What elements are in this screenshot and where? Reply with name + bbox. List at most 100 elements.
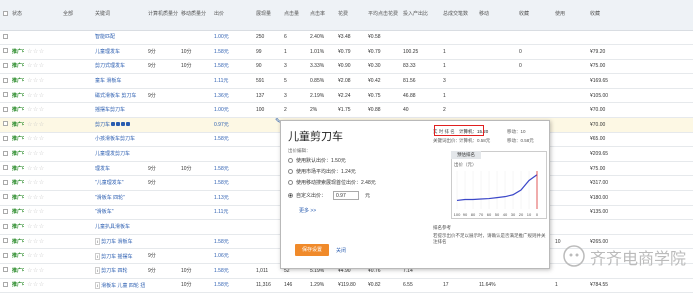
row-checkbox[interactable] bbox=[3, 223, 8, 229]
header-cell[interactable]: 花费 bbox=[335, 0, 365, 31]
cell-bid[interactable]: 1.11元 bbox=[211, 205, 253, 221]
row-checkbox[interactable] bbox=[3, 150, 8, 156]
cell-kw[interactable]: I 剪刀车 滑板车 bbox=[92, 234, 145, 250]
header-cell[interactable]: 收藏 bbox=[516, 0, 552, 31]
radio-custom[interactable] bbox=[288, 193, 293, 198]
cell-kw[interactable]: 剪刀车 bbox=[92, 117, 145, 133]
row-checkbox[interactable] bbox=[3, 135, 8, 141]
row-checkbox[interactable] bbox=[3, 121, 8, 127]
cell-kw[interactable]: I 剪刀车 摇摆车 bbox=[92, 248, 145, 264]
header-cell[interactable] bbox=[0, 0, 9, 31]
table-row[interactable]: 智能匹配 1.00元 250 6 2.40% ¥3.48 ¥0.58 bbox=[0, 30, 693, 46]
header-cell[interactable]: 点击率 bbox=[307, 0, 335, 31]
row-checkbox[interactable] bbox=[3, 208, 8, 214]
header-cell[interactable]: 点击量 bbox=[281, 0, 307, 31]
header-cell[interactable]: 计算机质量分 bbox=[145, 0, 178, 31]
table-row[interactable]: 推广中☆☆☆摇摆车剪刀车1.00元10022%¥1.75¥0.88402¥70.… bbox=[0, 102, 693, 119]
header-cell[interactable]: 总成交笔数 bbox=[440, 0, 476, 31]
row-checkbox[interactable] bbox=[3, 252, 8, 258]
table-row[interactable]: 推广中☆☆☆ I滑板车 儿童 四轮 扭式 10分1.58元11,3161461.29… bbox=[0, 278, 693, 294]
option-default-bid[interactable]: 使用默认出价：1.50元 bbox=[288, 157, 346, 164]
row-checkbox[interactable] bbox=[3, 62, 8, 68]
header-cell[interactable] bbox=[24, 0, 60, 31]
table-row[interactable]: 推广中☆☆☆儿童理发车9分10分1.58元9911.01%¥0.79¥0.791… bbox=[0, 44, 693, 60]
row-checkbox[interactable] bbox=[3, 77, 8, 83]
table-row[interactable]: 推广中☆☆☆ 磁式滑板车 剪刀车9分 1.36元13732.19%¥2.24¥0.7… bbox=[0, 88, 693, 104]
cell-bid[interactable]: 1.11元 bbox=[211, 73, 253, 89]
radio-default[interactable] bbox=[288, 158, 293, 163]
cell-bid[interactable]: 1.58元 bbox=[211, 44, 253, 60]
row-checkbox[interactable] bbox=[3, 92, 8, 98]
delete-icon[interactable] bbox=[126, 121, 131, 126]
tab-estimate-rank[interactable]: 预估排名 bbox=[451, 151, 481, 159]
cell-kw[interactable]: 童车 滑板车 bbox=[92, 73, 145, 89]
header-cell[interactable] bbox=[661, 0, 693, 31]
header-cell[interactable]: 收藏 bbox=[587, 0, 621, 31]
cell-kw[interactable]: 摇摆车剪刀车 bbox=[92, 102, 145, 119]
save-button[interactable]: 保存设置 bbox=[295, 244, 329, 256]
cell-kw[interactable]: 磁式滑板车 剪刀车 bbox=[92, 88, 145, 104]
row-checkbox[interactable] bbox=[3, 194, 8, 200]
header-cell[interactable]: 关键词 bbox=[92, 0, 145, 31]
option-market-bid[interactable]: 使用市场平均出价：1.24元 bbox=[288, 168, 356, 175]
radio-market[interactable] bbox=[288, 169, 293, 174]
custom-bid-input[interactable]: 0.97 bbox=[333, 191, 360, 200]
header-cell[interactable]: 平均点击花费 bbox=[365, 0, 400, 31]
cell-kw[interactable]: 剪刀式理发车 bbox=[92, 59, 145, 75]
more-link[interactable]: 更多 >> bbox=[299, 207, 316, 214]
row-checkbox[interactable] bbox=[3, 48, 8, 54]
copy-icon[interactable] bbox=[116, 121, 121, 126]
cell-bid[interactable] bbox=[211, 219, 253, 235]
cell-bid[interactable]: 1.06元 bbox=[211, 248, 253, 264]
cell-bid[interactable]: 1.13元 bbox=[211, 190, 253, 206]
cell-kw[interactable]: "滑板车" bbox=[92, 205, 145, 221]
row-checkbox[interactable] bbox=[3, 165, 8, 171]
cell-bid[interactable]: 1.58元 bbox=[211, 175, 253, 192]
option-custom-bid[interactable]: 自定义出价： 0.97 元 bbox=[288, 191, 370, 200]
row-checkbox[interactable] bbox=[3, 281, 8, 287]
cell-kw[interactable]: 理发车 bbox=[92, 161, 145, 177]
row-checkbox[interactable] bbox=[3, 238, 8, 244]
header-cell[interactable]: 出价 bbox=[211, 0, 253, 31]
option-mobile-top-bid[interactable]: 使用移动搜索展现首位出价：2.48元 bbox=[288, 179, 376, 186]
table-row[interactable]: 推广中☆☆☆ 童车 滑板车 1.11元59150.85%¥2.08¥0.4281.5… bbox=[0, 73, 693, 89]
cell-bid[interactable]: 1.58元 bbox=[211, 59, 253, 75]
cell-bid[interactable]: 1.00元 bbox=[211, 30, 253, 46]
select-all-checkbox[interactable] bbox=[3, 10, 8, 16]
row-checkbox[interactable] bbox=[3, 106, 8, 112]
chart-icon[interactable] bbox=[121, 121, 126, 126]
row-checkbox[interactable] bbox=[3, 179, 8, 185]
cell-kw[interactable]: 儿童理发车 bbox=[92, 44, 145, 60]
cell-kw[interactable]: "滑板车 四轮" bbox=[92, 190, 145, 206]
cell-bid[interactable]: 1.58元 bbox=[211, 132, 253, 148]
cell-bid[interactable]: 1.58元 bbox=[211, 263, 253, 279]
cell-bid[interactable] bbox=[211, 146, 253, 162]
cell-kw[interactable]: I滑板车 儿童 四轮 扭式 bbox=[92, 278, 145, 294]
cell-bid[interactable]: 1.36元 bbox=[211, 88, 253, 104]
cell-kw[interactable]: I 剪刀车 四轮 bbox=[92, 263, 145, 279]
radio-mobile[interactable] bbox=[288, 180, 293, 185]
cell-bid[interactable]: 0.97元 bbox=[211, 117, 253, 133]
cell-kw[interactable]: 儿童理发剪刀车 bbox=[92, 146, 145, 162]
cell-kw[interactable]: 智能匹配 bbox=[92, 30, 145, 46]
cell-bid[interactable]: 1.00元 bbox=[211, 102, 253, 119]
header-cell[interactable] bbox=[621, 0, 661, 31]
header-cell[interactable]: 状态 bbox=[9, 0, 24, 31]
header-cell[interactable]: 全部 bbox=[60, 0, 92, 31]
header-cell[interactable]: 展现量 bbox=[253, 0, 281, 31]
cell-bid[interactable]: 1.58元 bbox=[211, 278, 253, 294]
cell-kw[interactable]: 小孩滑板车剪刀车 bbox=[92, 132, 145, 148]
cell-kw[interactable]: "儿童理发车" bbox=[92, 175, 145, 192]
header-cell[interactable]: 使用 bbox=[552, 0, 587, 31]
link-icon[interactable] bbox=[111, 121, 116, 126]
header-cell[interactable]: 移动质量分 bbox=[178, 0, 211, 31]
cell-bid[interactable]: 1.58元 bbox=[211, 234, 253, 250]
cell-bid[interactable]: 1.58元 bbox=[211, 161, 253, 177]
cell-kw[interactable]: 儿童扒具滑板车 bbox=[92, 219, 145, 235]
row-checkbox[interactable] bbox=[3, 267, 8, 273]
row-checkbox[interactable] bbox=[3, 33, 8, 39]
table-row[interactable]: 推广中☆☆☆ 剪刀式理发车9分10分1.58元9033.33%¥0.90¥0.30… bbox=[0, 59, 693, 75]
close-link[interactable]: 关闭 bbox=[336, 247, 346, 254]
header-cell[interactable]: 移动 bbox=[476, 0, 516, 31]
header-cell[interactable]: 投入产出比 bbox=[400, 0, 440, 31]
